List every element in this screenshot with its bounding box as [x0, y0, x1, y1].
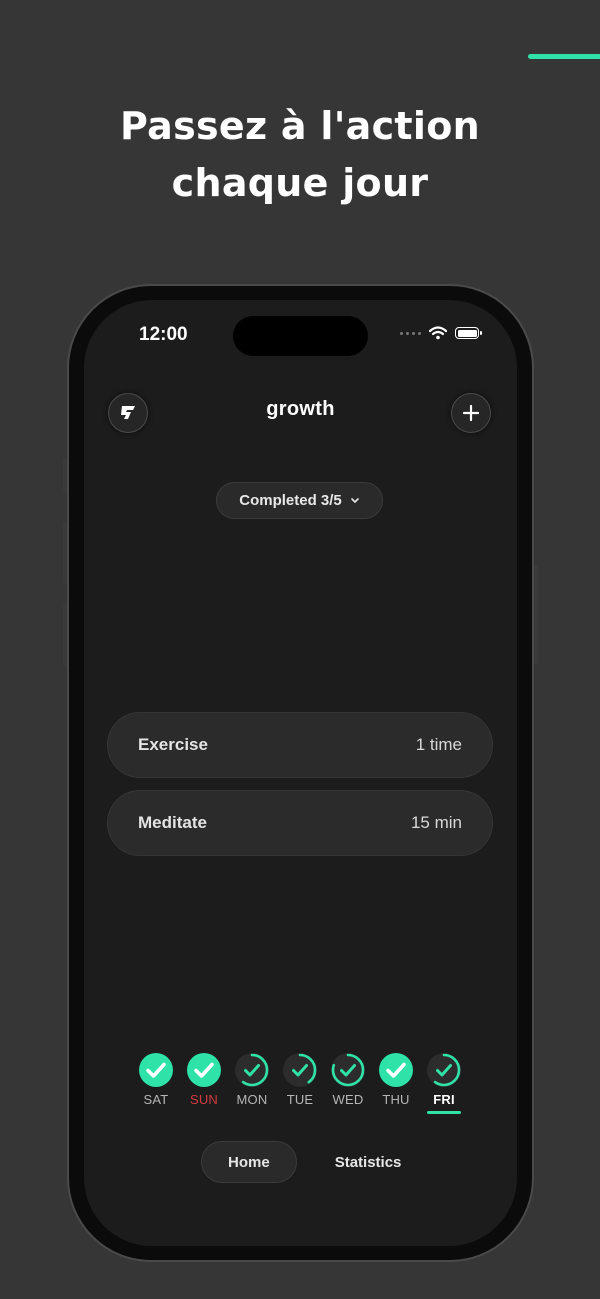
habit-card-exercise[interactable]: Exercise 1 time: [107, 712, 493, 778]
day-label: WED: [332, 1092, 364, 1107]
app-store-screenshot: Passez à l'action chaque jour 12:00 grow…: [0, 0, 600, 1299]
chevron-down-icon: [350, 498, 359, 504]
day-label: MON: [236, 1092, 268, 1107]
day-status-icon: [139, 1053, 173, 1087]
day-mon[interactable]: MON: [234, 1052, 270, 1114]
bottom-nav: Home Statistics: [201, 1141, 427, 1183]
status-time: 12:00: [139, 324, 188, 345]
day-label: FRI: [433, 1092, 455, 1107]
day-status-icon: [187, 1053, 221, 1087]
day-status-icon: [427, 1053, 461, 1087]
today-indicator: [427, 1111, 461, 1114]
dynamic-island: [233, 316, 368, 356]
phone-screen: 12:00 growth Completed 3/5 Exercise 1 ti…: [84, 300, 517, 1246]
day-tue[interactable]: TUE: [282, 1052, 318, 1114]
headline-line-2: chaque jour: [171, 161, 429, 205]
day-label: THU: [382, 1092, 410, 1107]
wifi-icon: [429, 326, 447, 340]
habit-value: 15 min: [410, 813, 462, 832]
headline-line-1: Passez à l'action: [120, 104, 480, 148]
habit-card-meditate[interactable]: Meditate 15 min: [107, 790, 493, 856]
day-label: SAT: [143, 1092, 169, 1107]
day-sun[interactable]: SUN: [186, 1052, 222, 1114]
day-status-icon: [235, 1053, 269, 1087]
mute-switch: [63, 458, 67, 492]
habit-name: Exercise: [138, 735, 208, 754]
accent-line: [528, 54, 600, 59]
signal-dots-icon: [400, 331, 421, 335]
week-progress-strip: SAT SUN MON TUE WED THU FRI: [138, 1052, 462, 1114]
status-icons: [400, 326, 482, 340]
plus-icon: [462, 404, 480, 422]
habit-value: 1 time: [415, 735, 462, 754]
volume-down-button: [63, 604, 67, 666]
day-fri[interactable]: FRI: [426, 1052, 462, 1114]
day-thu[interactable]: THU: [378, 1052, 414, 1114]
headline: Passez à l'action chaque jour: [0, 98, 600, 212]
add-habit-button[interactable]: [451, 393, 491, 433]
battery-icon: [455, 327, 482, 339]
day-status-icon: [331, 1053, 365, 1087]
day-sat[interactable]: SAT: [138, 1052, 174, 1114]
day-label: TUE: [286, 1092, 314, 1107]
power-button: [534, 565, 538, 665]
habit-name: Meditate: [138, 813, 207, 832]
nav-statistics-button[interactable]: Statistics: [309, 1141, 428, 1183]
completed-filter-dropdown[interactable]: Completed 3/5: [216, 482, 383, 519]
nav-home-button[interactable]: Home: [201, 1141, 297, 1183]
volume-up-button: [63, 522, 67, 584]
day-status-icon: [283, 1053, 317, 1087]
completed-filter-label: Completed 3/5: [239, 492, 342, 509]
day-status-icon: [379, 1053, 413, 1087]
day-wed[interactable]: WED: [330, 1052, 366, 1114]
day-label: SUN: [189, 1092, 219, 1107]
